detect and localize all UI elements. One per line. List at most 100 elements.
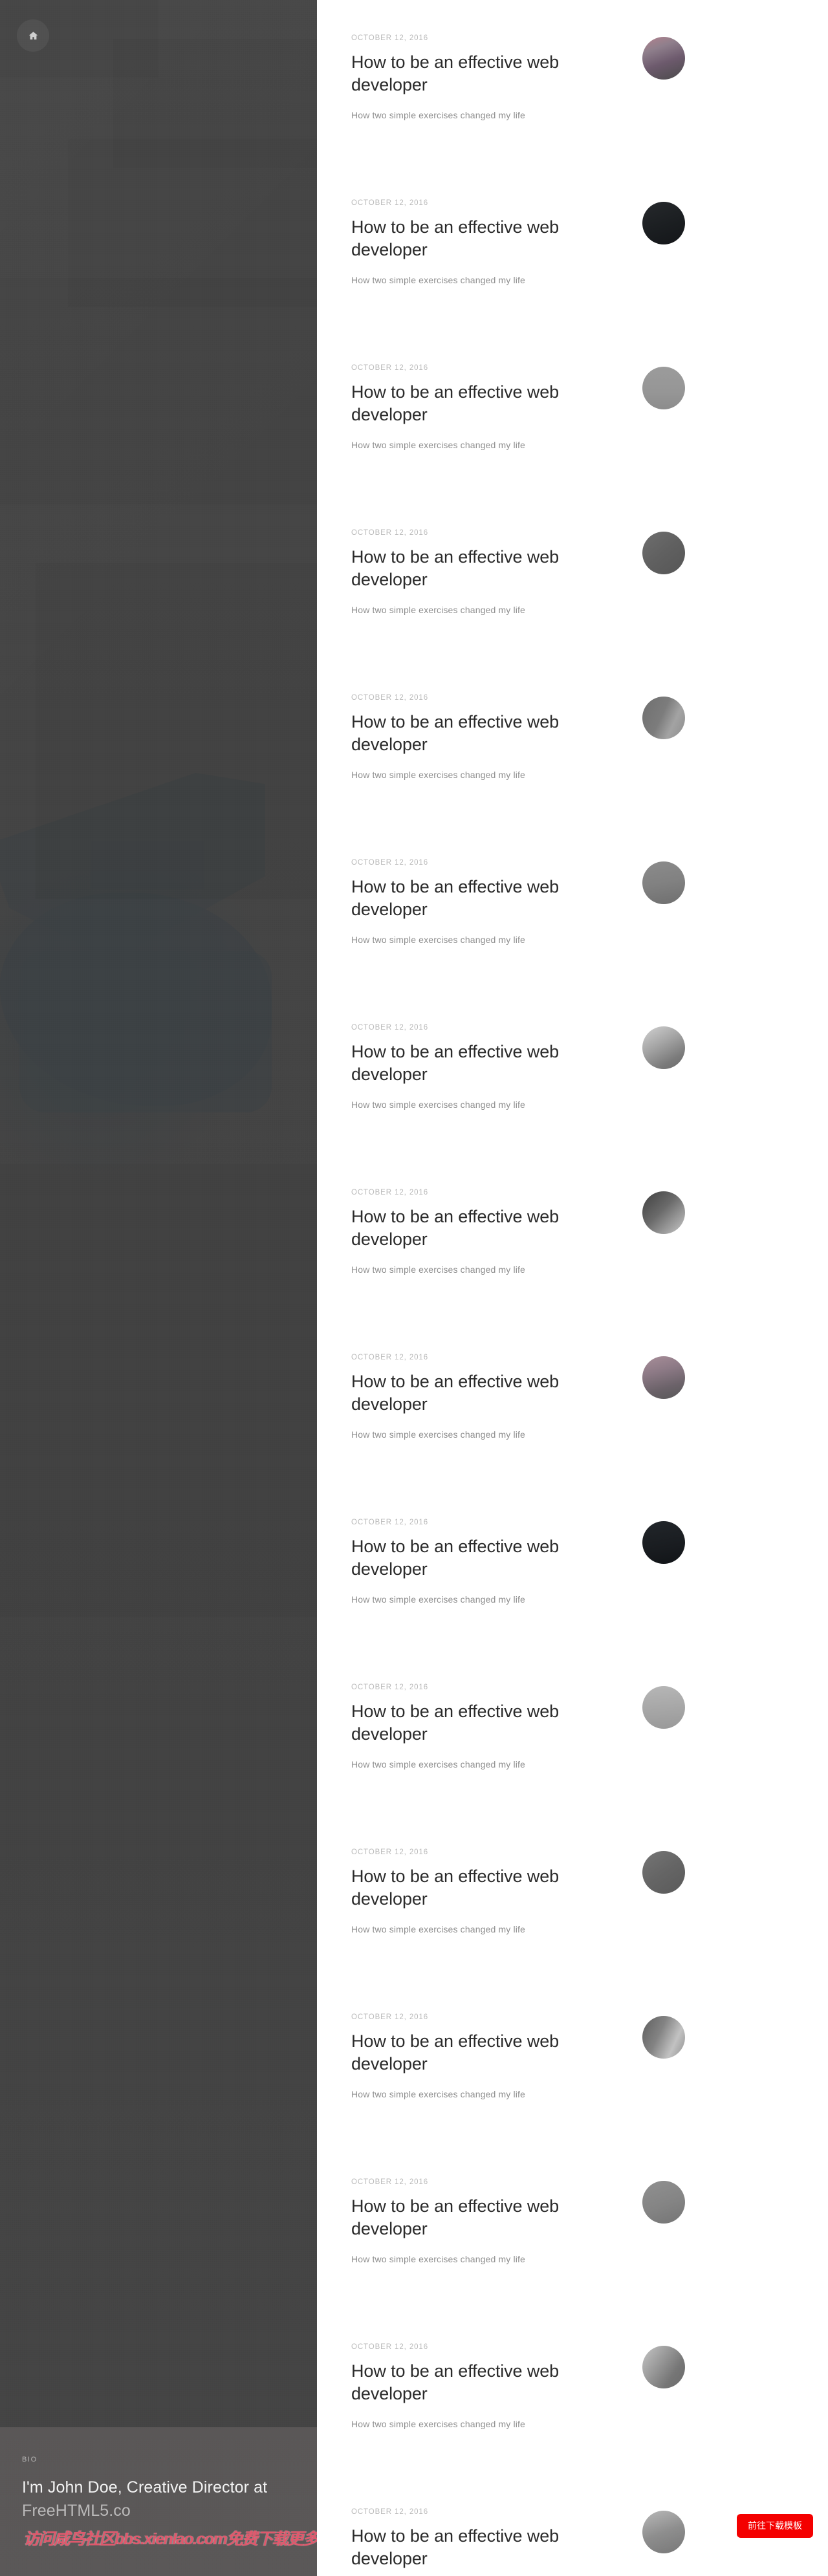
post-date: OCTOBER 12, 2016 xyxy=(351,1848,429,1856)
post-list-item[interactable]: OCTOBER 12, 2016 How to be an effective w… xyxy=(317,0,828,165)
sidebar: BIO I'm John Doe, Creative Director at F… xyxy=(0,0,317,2576)
post-thumbnail-avatar[interactable] xyxy=(642,1026,685,1069)
post-excerpt: How two simple exercises changed my life xyxy=(351,1264,525,1275)
post-list-item[interactable]: OCTOBER 12, 2016 How to be an effective w… xyxy=(317,1649,828,1814)
post-excerpt: How two simple exercises changed my life xyxy=(351,440,525,451)
post-thumbnail-avatar[interactable] xyxy=(642,1356,685,1399)
post-thumbnail-avatar[interactable] xyxy=(642,697,685,739)
post-thumbnail-avatar[interactable] xyxy=(642,1851,685,1894)
post-title[interactable]: How to be an effective web developer xyxy=(351,2360,629,2405)
post-date: OCTOBER 12, 2016 xyxy=(351,34,429,42)
post-body: OCTOBER 12, 2016 How to be an effective w… xyxy=(351,1848,629,1934)
post-title[interactable]: How to be an effective web developer xyxy=(351,1865,629,1910)
download-template-button[interactable]: 前往下载模板 xyxy=(737,2513,813,2538)
post-excerpt: How two simple exercises changed my life xyxy=(351,110,525,121)
post-date: OCTOBER 12, 2016 xyxy=(351,1024,429,1032)
post-date: OCTOBER 12, 2016 xyxy=(351,859,429,867)
post-title[interactable]: How to be an effective web developer xyxy=(351,711,629,755)
post-title[interactable]: How to be an effective web developer xyxy=(351,1206,629,1250)
post-title[interactable]: How to be an effective web developer xyxy=(351,1700,629,1745)
post-thumbnail-avatar[interactable] xyxy=(642,861,685,904)
post-body: OCTOBER 12, 2016 How to be an effective w… xyxy=(351,1189,629,1275)
post-title[interactable]: How to be an effective web developer xyxy=(351,381,629,426)
post-body: OCTOBER 12, 2016 How to be an effective w… xyxy=(351,199,629,285)
post-excerpt: How two simple exercises changed my life xyxy=(351,1429,525,1440)
home-button[interactable] xyxy=(17,19,49,52)
post-thumbnail-avatar[interactable] xyxy=(642,1686,685,1729)
post-body: OCTOBER 12, 2016 How to be an effective w… xyxy=(351,859,629,945)
post-list-item[interactable]: OCTOBER 12, 2016 How to be an effective w… xyxy=(317,1814,828,1979)
post-title[interactable]: How to be an effective web developer xyxy=(351,2195,629,2240)
post-excerpt: How two simple exercises changed my life xyxy=(351,2089,525,2100)
post-date: OCTOBER 12, 2016 xyxy=(351,1354,429,1361)
bio-link-freehtml5[interactable]: FreeHTML5.co xyxy=(22,2502,131,2520)
post-date: OCTOBER 12, 2016 xyxy=(351,1189,429,1196)
post-date: OCTOBER 12, 2016 xyxy=(351,1519,429,1526)
bio-label: BIO xyxy=(22,2456,38,2463)
page-root: BIO I'm John Doe, Creative Director at F… xyxy=(0,0,828,2576)
post-list-item[interactable]: OCTOBER 12, 2016 How to be an effective w… xyxy=(317,1154,828,1319)
post-title[interactable]: How to be an effective web developer xyxy=(351,1535,629,1580)
post-body: OCTOBER 12, 2016 How to be an effective w… xyxy=(351,364,629,450)
post-date: OCTOBER 12, 2016 xyxy=(351,1683,429,1691)
post-thumbnail-avatar[interactable] xyxy=(642,202,685,244)
post-body: OCTOBER 12, 2016 How to be an effective w… xyxy=(351,2508,629,2576)
post-body: OCTOBER 12, 2016 How to be an effective w… xyxy=(351,34,629,120)
post-list-item[interactable]: OCTOBER 12, 2016 How to be an effective w… xyxy=(317,2309,828,2474)
post-excerpt: How two simple exercises changed my life xyxy=(351,2254,525,2265)
post-list-item[interactable]: OCTOBER 12, 2016 How to be an effective w… xyxy=(317,1319,828,1484)
post-list-item[interactable]: OCTOBER 12, 2016 How to be an effective w… xyxy=(317,165,828,330)
post-date: OCTOBER 12, 2016 xyxy=(351,529,429,537)
post-body: OCTOBER 12, 2016 How to be an effective w… xyxy=(351,694,629,780)
home-icon xyxy=(28,30,39,41)
post-list-item[interactable]: OCTOBER 12, 2016 How to be an effective w… xyxy=(317,2144,828,2309)
post-thumbnail-avatar[interactable] xyxy=(642,2016,685,2059)
post-date: OCTOBER 12, 2016 xyxy=(351,2178,429,2186)
post-excerpt: How two simple exercises changed my life xyxy=(351,1099,525,1110)
post-title[interactable]: How to be an effective web developer xyxy=(351,1370,629,1415)
post-thumbnail-avatar[interactable] xyxy=(642,2181,685,2224)
post-title[interactable]: How to be an effective web developer xyxy=(351,1041,629,1085)
post-list-item[interactable]: OCTOBER 12, 2016 How to be an effective w… xyxy=(317,825,828,990)
post-thumbnail-avatar[interactable] xyxy=(642,1521,685,1564)
post-excerpt: How two simple exercises changed my life xyxy=(351,2419,525,2430)
post-list-item[interactable]: OCTOBER 12, 2016 How to be an effective w… xyxy=(317,660,828,825)
bio-text-plain: I'm John Doe, Creative Director at xyxy=(22,2478,268,2496)
post-date: OCTOBER 12, 2016 xyxy=(351,364,429,372)
post-title[interactable]: How to be an effective web developer xyxy=(351,546,629,590)
bio-section: BIO I'm John Doe, Creative Director at F… xyxy=(0,2427,317,2576)
post-thumbnail-avatar[interactable] xyxy=(642,37,685,80)
post-list-item[interactable]: OCTOBER 12, 2016 How to be an effective w… xyxy=(317,495,828,660)
post-excerpt: How two simple exercises changed my life xyxy=(351,1924,525,1935)
bio-text: I'm John Doe, Creative Director at FreeH… xyxy=(22,2476,295,2522)
post-body: OCTOBER 12, 2016 How to be an effective w… xyxy=(351,2178,629,2264)
post-list: OCTOBER 12, 2016 How to be an effective w… xyxy=(317,0,828,2576)
post-body: OCTOBER 12, 2016 How to be an effective w… xyxy=(351,2013,629,2099)
post-list-item[interactable]: OCTOBER 12, 2016 How to be an effective w… xyxy=(317,330,828,495)
post-thumbnail-avatar[interactable] xyxy=(642,2346,685,2388)
post-body: OCTOBER 12, 2016 How to be an effective w… xyxy=(351,2343,629,2429)
post-thumbnail-avatar[interactable] xyxy=(642,2511,685,2553)
post-excerpt: How two simple exercises changed my life xyxy=(351,1594,525,1605)
post-date: OCTOBER 12, 2016 xyxy=(351,199,429,207)
post-title[interactable]: How to be an effective web developer xyxy=(351,2525,629,2570)
post-title[interactable]: How to be an effective web developer xyxy=(351,2030,629,2075)
post-excerpt: How two simple exercises changed my life xyxy=(351,1759,525,1770)
post-date: OCTOBER 12, 2016 xyxy=(351,694,429,702)
post-excerpt: How two simple exercises changed my life xyxy=(351,275,525,286)
post-body: OCTOBER 12, 2016 How to be an effective w… xyxy=(351,1354,629,1440)
post-date: OCTOBER 12, 2016 xyxy=(351,2343,429,2351)
post-thumbnail-avatar[interactable] xyxy=(642,532,685,574)
post-title[interactable]: How to be an effective web developer xyxy=(351,876,629,920)
post-list-item[interactable]: OCTOBER 12, 2016 How to be an effective w… xyxy=(317,1484,828,1649)
post-body: OCTOBER 12, 2016 How to be an effective w… xyxy=(351,1683,629,1770)
post-thumbnail-avatar[interactable] xyxy=(642,1191,685,1234)
post-body: OCTOBER 12, 2016 How to be an effective w… xyxy=(351,529,629,615)
post-title[interactable]: How to be an effective web developer xyxy=(351,216,629,261)
post-title[interactable]: How to be an effective web developer xyxy=(351,51,629,96)
post-excerpt: How two simple exercises changed my life xyxy=(351,935,525,946)
post-list-item[interactable]: OCTOBER 12, 2016 How to be an effective w… xyxy=(317,1979,828,2144)
post-thumbnail-avatar[interactable] xyxy=(642,367,685,409)
post-date: OCTOBER 12, 2016 xyxy=(351,2508,429,2516)
post-list-item[interactable]: OCTOBER 12, 2016 How to be an effective w… xyxy=(317,990,828,1154)
